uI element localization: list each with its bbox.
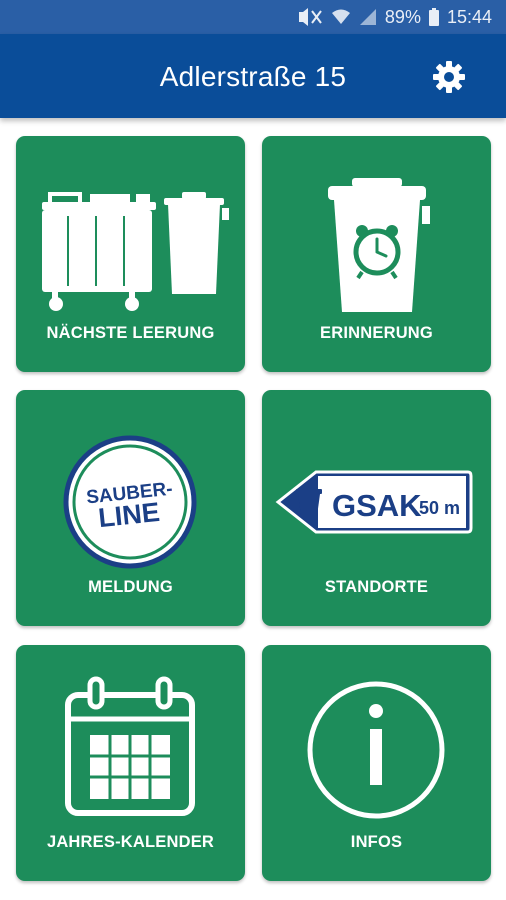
- bin-with-alarm-clock-icon: [328, 178, 430, 312]
- signal-icon: [359, 8, 377, 26]
- settings-button[interactable]: [431, 59, 467, 95]
- tile-next-collection[interactable]: NÄCHSTE LEERUNG: [16, 136, 245, 372]
- clock: 15:44: [446, 6, 492, 27]
- tile-annual-calendar[interactable]: JAHRES-KALENDER: [16, 645, 245, 881]
- tile-info[interactable]: INFOS: [262, 645, 491, 881]
- sauberline-logo: SAUBER- LINE: [63, 435, 197, 569]
- gear-icon: [433, 61, 465, 93]
- badge-line-2: LINE: [97, 497, 161, 533]
- tile-label: JAHRES-KALENDER: [46, 833, 215, 851]
- battery-icon: [428, 8, 439, 26]
- tile-label: ERINNERUNG: [320, 324, 433, 342]
- sign-distance: 50 m: [419, 498, 460, 518]
- wifi-icon: [331, 8, 351, 26]
- direction-sign-icon: GSAK 50 m: [275, 470, 473, 534]
- status-bar: 89% 15:44: [0, 0, 506, 34]
- tile-locations[interactable]: GSAK 50 m STANDORTE: [262, 390, 491, 626]
- calendar-icon: [65, 676, 195, 816]
- battery-percent: 89%: [384, 6, 421, 27]
- sign-text: GSAK: [332, 488, 422, 523]
- tile-reminder[interactable]: ERINNERUNG: [262, 136, 491, 372]
- tile-label: INFOS: [350, 833, 403, 851]
- waste-containers-icon: [42, 192, 229, 311]
- tile-label: NÄCHSTE LEERUNG: [46, 324, 215, 342]
- mute-icon: [297, 8, 323, 26]
- tile-label: MELDUNG: [88, 578, 173, 596]
- info-icon: [307, 681, 445, 819]
- tile-label: STANDORTE: [324, 578, 429, 596]
- app-bar: Adlerstraße 15: [0, 34, 506, 118]
- tile-report[interactable]: SAUBER- LINE MELDUNG: [16, 390, 245, 626]
